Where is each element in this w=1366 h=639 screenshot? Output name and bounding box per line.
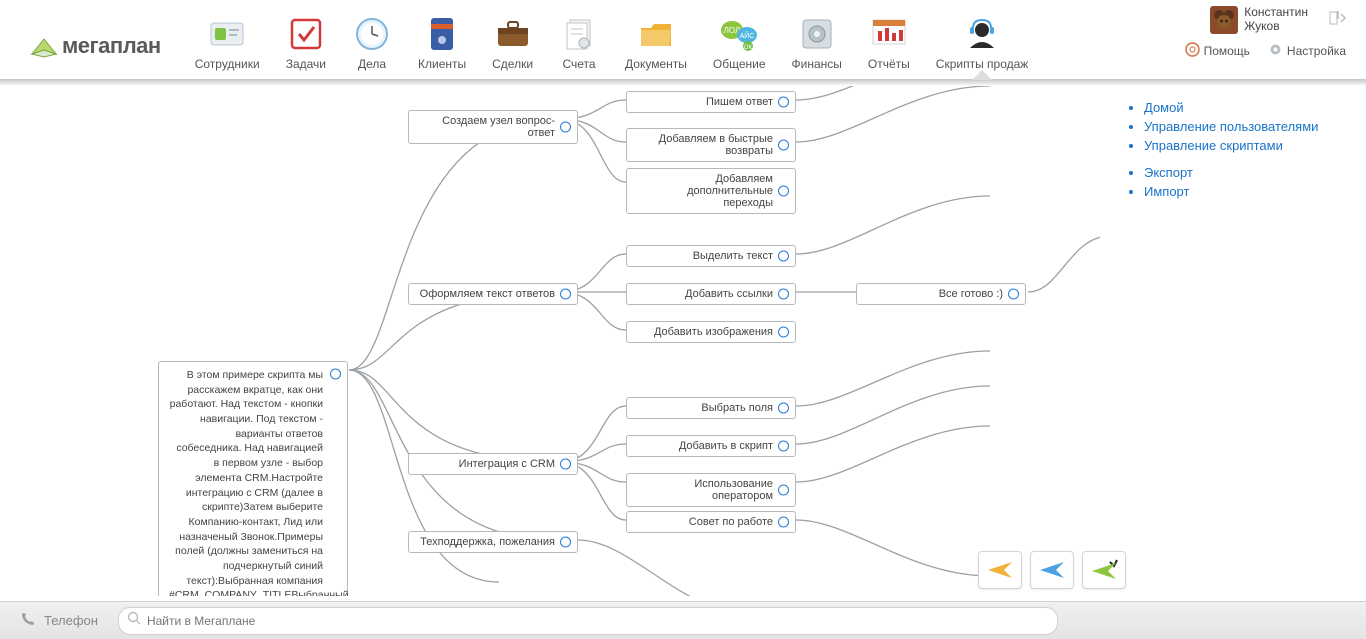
top-right: КонстантинЖуков Помощь Настройка (1185, 6, 1346, 60)
chat-bubbles-icon: ЛОЛАЙСОК (719, 15, 759, 53)
node-handle-icon (778, 186, 789, 197)
node-handle-icon (778, 517, 789, 528)
node-highlight-text[interactable]: Выделить текст (626, 245, 796, 267)
right-sidebar: Домой Управление пользователями Управлен… (1126, 96, 1346, 211)
phone-icon (20, 611, 36, 630)
node-extra-transitions[interactable]: Добавляем дополнительные переходы (626, 168, 796, 214)
send-green-button[interactable] (1082, 551, 1126, 589)
node-support[interactable]: Техподдержка, пожелания (408, 531, 578, 553)
nav-invoices[interactable]: Счета (555, 13, 603, 73)
node-handle-icon (778, 97, 789, 108)
phone-button[interactable]: Телефон (20, 611, 98, 630)
node-root[interactable]: В этом примере скрипта мы расскажем вкра… (158, 361, 348, 596)
nav-label: Клиенты (418, 57, 466, 71)
settings-link[interactable]: Настройка (1268, 42, 1346, 60)
node-handle-icon (778, 485, 789, 496)
node-handle-icon (778, 140, 789, 151)
nav-trades[interactable]: Сделки (488, 13, 537, 73)
node-handle-icon (560, 459, 571, 470)
send-blue-button[interactable] (1030, 551, 1074, 589)
sidebar-scripts[interactable]: Управление скриптами (1144, 138, 1283, 153)
nav-label: Счета (562, 57, 595, 71)
gear-icon (1268, 42, 1283, 60)
search-wrap (118, 607, 1346, 635)
nav-label: Отчёты (868, 57, 910, 71)
nav-employees[interactable]: Сотрудники (191, 13, 264, 73)
headset-agent-icon (962, 15, 1002, 53)
node-select-fields[interactable]: Выбрать поля (626, 397, 796, 419)
node-work-tip[interactable]: Совет по работе (626, 511, 796, 533)
nav-label: Скрипты продаж (936, 57, 1029, 71)
node-handle-icon (778, 289, 789, 300)
sidebar-import[interactable]: Импорт (1144, 184, 1189, 199)
top-bar: мегаплан Сотрудники Задачи Дела Клиенты … (0, 0, 1366, 80)
node-handle-icon (560, 289, 571, 300)
main-nav: Сотрудники Задачи Дела Клиенты Сделки Сч… (191, 13, 1033, 73)
node-add-to-script[interactable]: Добавить в скрипт (626, 435, 796, 457)
avatar (1210, 6, 1238, 34)
node-handle-icon (778, 251, 789, 262)
node-crm-integration[interactable]: Интеграция с CRM (408, 453, 578, 475)
node-handle-icon (1008, 289, 1019, 300)
node-handle-icon (778, 327, 789, 338)
nav-scripts[interactable]: Скрипты продаж (932, 13, 1033, 73)
node-format-answers[interactable]: Оформляем текст ответов (408, 283, 578, 305)
brand-logo[interactable]: мегаплан (30, 33, 161, 59)
nav-clients[interactable]: Клиенты (414, 13, 470, 73)
help-link[interactable]: Помощь (1185, 42, 1250, 60)
node-handle-icon (778, 441, 789, 452)
node-handle-icon (560, 122, 571, 133)
user-name: КонстантинЖуков (1244, 6, 1308, 34)
node-add-links[interactable]: Добавить ссылки (626, 283, 796, 305)
brand-name: мегаплан (62, 33, 161, 59)
nav-finance[interactable]: Финансы (788, 13, 846, 73)
node-operator-usage[interactable]: Использование оператором (626, 473, 796, 507)
briefcase-icon (493, 15, 533, 53)
sidebar-home[interactable]: Домой (1144, 100, 1184, 115)
addressbook-icon (422, 15, 462, 53)
nav-label: Финансы (792, 57, 842, 71)
nav-label: Сделки (492, 57, 533, 71)
nav-chat[interactable]: ЛОЛАЙСОК Общение (709, 13, 770, 73)
logo-icon (30, 36, 56, 56)
nav-label: Документы (625, 57, 687, 71)
action-tray (978, 551, 1126, 589)
bottom-bar: Телефон (0, 601, 1366, 639)
send-yellow-button[interactable] (978, 551, 1022, 589)
nav-label: Дела (358, 57, 386, 71)
nav-deals[interactable]: Дела (348, 13, 396, 73)
lifebuoy-icon (1185, 42, 1200, 60)
badge-icon (207, 15, 247, 53)
svg-text:АЙС: АЙС (740, 31, 755, 40)
node-add-images[interactable]: Добавить изображения (626, 321, 796, 343)
node-write-answer[interactable]: Пишем ответ (626, 91, 796, 113)
nav-reports[interactable]: Отчёты (864, 13, 914, 73)
node-all-done[interactable]: Все готово :) (856, 283, 1026, 305)
barchart-icon (869, 15, 909, 53)
search-input[interactable] (118, 607, 1058, 635)
sidebar-users[interactable]: Управление пользователями (1144, 119, 1318, 134)
nav-tasks[interactable]: Задачи (282, 13, 330, 73)
user-block[interactable]: КонстантинЖуков (1210, 6, 1346, 34)
folder-icon (636, 15, 676, 53)
node-handle-icon (560, 537, 571, 548)
logout-icon[interactable] (1328, 9, 1346, 32)
node-quick-returns[interactable]: Добавляем в быстрые возвраты (626, 128, 796, 162)
nav-label: Общение (713, 57, 766, 71)
clock-icon (352, 15, 392, 53)
script-canvas[interactable]: В этом примере скрипта мы расскажем вкра… (0, 86, 1100, 596)
checkbox-icon (286, 15, 326, 53)
node-create-qa[interactable]: Создаем узел вопрос-ответ (408, 110, 578, 144)
node-handle-icon (778, 403, 789, 414)
svg-text:ОК: ОК (744, 45, 753, 51)
safe-icon (797, 15, 837, 53)
search-icon (127, 611, 141, 630)
nav-label: Сотрудники (195, 57, 260, 71)
nav-label: Задачи (286, 57, 326, 71)
node-handle-icon (330, 369, 341, 380)
sidebar-export[interactable]: Экспорт (1144, 165, 1193, 180)
document-stack-icon (559, 15, 599, 53)
nav-documents[interactable]: Документы (621, 13, 691, 73)
